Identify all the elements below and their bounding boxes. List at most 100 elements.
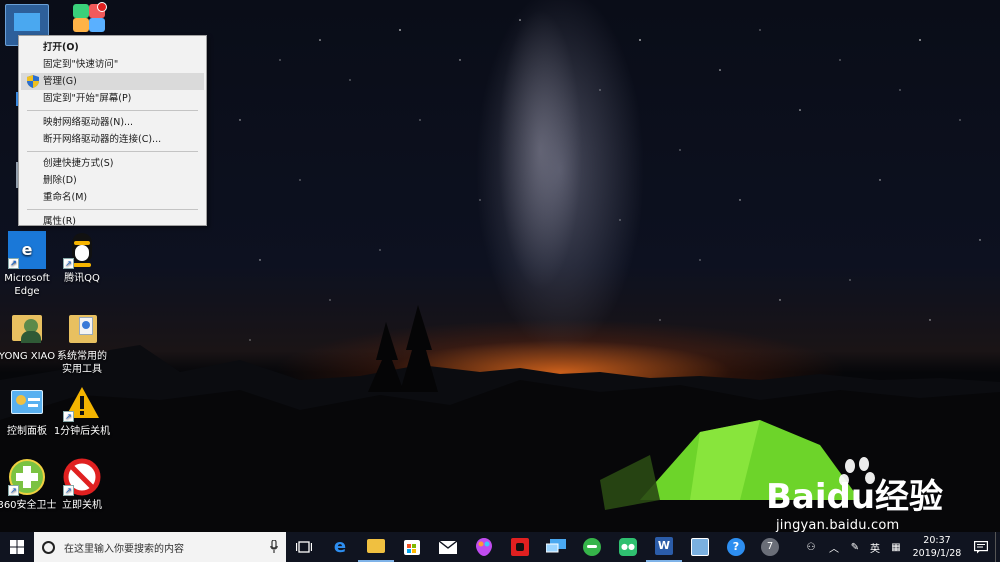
tools-folder-icon	[63, 309, 101, 347]
store-bag-icon	[404, 539, 420, 555]
shortcut-arrow-icon: ↗	[63, 411, 74, 422]
keyboard-grid-icon: ▦	[891, 541, 901, 553]
action-center-button[interactable]	[967, 532, 995, 562]
colorful-app-icon	[69, 2, 109, 34]
menu-item-label: 固定到"开始"屏幕(P)	[43, 93, 132, 104]
taskbar-green-app[interactable]: ●●	[610, 532, 646, 562]
watermark-brand: Baidu经验	[766, 477, 943, 517]
menu-item-properties[interactable]: 属性(R)	[19, 213, 206, 230]
taskbar-store[interactable]	[394, 532, 430, 562]
taskbar-help[interactable]: ?	[718, 532, 754, 562]
menu-item-label: 断开网络驱动器的连接(C)...	[43, 134, 162, 145]
shortcut-arrow-icon: ↗	[63, 485, 74, 496]
menu-item-label: 打开(O)	[43, 42, 79, 53]
desktop-icon-label: 360安全卫士	[0, 500, 57, 511]
taskbar-edge[interactable]: e	[322, 532, 358, 562]
menu-item-create-shortcut[interactable]: 创建快捷方式(S)	[19, 155, 206, 172]
taskbar-word[interactable]: W	[646, 532, 682, 562]
start-button[interactable]	[0, 532, 34, 562]
menu-item-manage[interactable]: 管理(G)	[21, 73, 204, 90]
menu-item-pin-quick-access[interactable]: 固定到"快速访问"	[19, 56, 206, 73]
paint-icon	[476, 538, 492, 556]
edge-icon: e ↗	[8, 231, 46, 269]
desktop-icon-control-panel[interactable]: 控制面板	[0, 384, 58, 438]
desktop-icon-label: Microsoft Edge	[4, 273, 50, 297]
windows-logo-icon	[10, 540, 24, 554]
taskbar-clock[interactable]: 20:37 2019/1/28	[907, 534, 967, 560]
desktop-icon-label: 系统常用的实用工具	[57, 351, 107, 375]
taskbar: 在这里输入你要搜索的内容 e ●● W ? 7 ⚇ ︿ ✎ 英 ▦ 20:37 …	[0, 532, 1000, 562]
menu-separator	[27, 110, 198, 111]
green-circle-icon	[583, 538, 601, 556]
clock-date: 2019/1/28	[912, 548, 962, 559]
desktop-icon-edge[interactable]: e ↗ Microsoft Edge	[0, 231, 58, 298]
notification-count-badge: 7	[761, 538, 779, 556]
qq-penguin-icon: ↗	[63, 231, 101, 269]
taskbar-paint[interactable]	[466, 532, 502, 562]
desktop-icon-label: 立即关机	[62, 500, 102, 511]
taskbar-file-explorer[interactable]	[358, 532, 394, 562]
show-desktop-button[interactable]	[995, 532, 1000, 562]
desktop-icon-label: 1分钟后关机	[53, 426, 111, 437]
desktop-icon-label: 腾讯QQ	[64, 273, 100, 284]
tray-show-hidden[interactable]: ︿	[823, 532, 845, 562]
tray-pen[interactable]: ✎	[845, 532, 865, 562]
menu-separator	[27, 151, 198, 152]
taskbar-mail[interactable]	[430, 532, 466, 562]
desktop-icon-label: YONG XIAO	[0, 351, 56, 362]
desktop-icon-user-folder[interactable]: YONG XIAO	[0, 309, 58, 363]
word-icon: W	[655, 537, 673, 555]
taskbar-360-browser[interactable]	[574, 532, 610, 562]
menu-item-label: 属性(R)	[43, 216, 77, 227]
warning-icon: ↗	[63, 384, 101, 422]
menu-separator	[27, 209, 198, 210]
menu-item-label: 管理(G)	[43, 76, 77, 87]
notification-icon	[974, 540, 988, 553]
watermark-url: jingyan.baidu.com	[776, 518, 900, 533]
context-menu: 打开(O) 固定到"快速访问" 管理(G) 固定到"开始"屏幕(P) 映射网络驱…	[18, 35, 207, 227]
clock-time: 20:37	[923, 535, 951, 546]
taskbar-search-box[interactable]: 在这里输入你要搜索的内容	[34, 532, 286, 562]
taskbar-red-app[interactable]	[502, 532, 538, 562]
desktop-icon-shutdown-timer[interactable]: ↗ 1分钟后关机	[51, 384, 113, 438]
edge-icon: e	[333, 536, 347, 557]
menu-item-label: 创建快捷方式(S)	[43, 158, 114, 169]
menu-item-map-network-drive[interactable]: 映射网络驱动器(N)...	[19, 114, 206, 131]
chat-app-icon: ●●	[619, 538, 637, 556]
task-view-icon	[296, 541, 312, 553]
taskbar-badge[interactable]: 7	[754, 532, 786, 562]
task-view-button[interactable]	[286, 532, 322, 562]
search-placeholder: 在这里输入你要搜索的内容	[64, 543, 184, 555]
computer-app-icon	[691, 538, 709, 556]
people-icon: ⚇	[806, 541, 816, 553]
desktop-icon-shutdown-now[interactable]: ↗ 立即关机	[51, 458, 113, 512]
microphone-icon[interactable]	[270, 540, 278, 554]
tray-ime[interactable]: 英	[865, 532, 885, 562]
chevron-up-icon: ︿	[829, 543, 839, 555]
menu-item-label: 删除(D)	[43, 175, 77, 186]
menu-item-label: 固定到"快速访问"	[43, 59, 119, 70]
desktop-icon-label: 控制面板	[7, 426, 47, 437]
tray-keyboard[interactable]: ▦	[885, 532, 907, 562]
desktop-icon-qq[interactable]: ↗ 腾讯QQ	[51, 231, 113, 285]
red-app-icon	[511, 538, 529, 556]
menu-item-delete[interactable]: 删除(D)	[19, 172, 206, 189]
shortcut-arrow-icon: ↗	[8, 485, 19, 496]
cortana-icon	[42, 540, 55, 554]
user-folder-icon	[8, 309, 46, 347]
taskbar-computer-app[interactable]	[682, 532, 718, 562]
menu-item-label: 映射网络驱动器(N)...	[43, 117, 134, 128]
help-icon: ?	[727, 538, 745, 556]
menu-item-disconnect-network-drive[interactable]: 断开网络驱动器的连接(C)...	[19, 131, 206, 148]
menu-item-open[interactable]: 打开(O)	[19, 39, 206, 56]
desktop-icon-apps[interactable]	[58, 2, 120, 37]
tray-people[interactable]: ⚇	[799, 532, 823, 562]
menu-item-label: 重命名(M)	[43, 192, 88, 203]
desktop-icon-360[interactable]: ↗ 360安全卫士	[0, 458, 58, 512]
pen-icon: ✎	[850, 541, 860, 553]
taskbar-remote-desktop[interactable]	[538, 532, 574, 562]
desktop-icon-tools-folder[interactable]: 系统常用的实用工具	[51, 309, 113, 376]
menu-item-pin-start[interactable]: 固定到"开始"屏幕(P)	[19, 90, 206, 107]
menu-item-rename[interactable]: 重命名(M)	[19, 189, 206, 206]
360-icon: ↗	[8, 458, 46, 496]
